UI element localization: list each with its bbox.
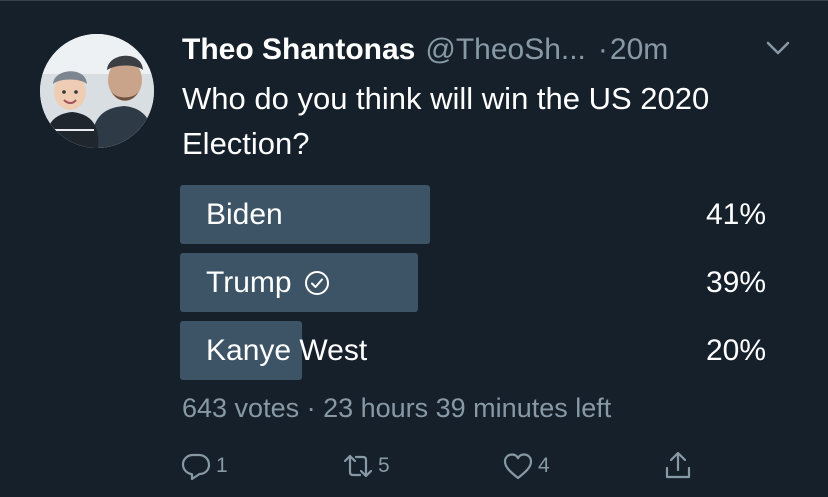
poll-option-biden: Biden 41% [180, 185, 766, 244]
poll-meta: 643 votes · 23 hours 39 minutes left [182, 393, 612, 423]
poll-option-label: Kanye West [206, 333, 368, 367]
tweet-header: Theo Shantonas @TheoSh... · 20m [182, 28, 668, 72]
poll-option-label: Trump [206, 253, 330, 312]
like-count: 4 [538, 454, 550, 477]
share-button[interactable] [662, 446, 694, 486]
separator: · [597, 33, 608, 66]
tweet-time[interactable]: 20m [610, 33, 668, 67]
like-button[interactable]: 4 [502, 446, 550, 486]
author-name[interactable]: Theo Shantonas [182, 33, 415, 67]
poll-option-percent: 39% [705, 265, 766, 299]
poll-option-kanye-west: Kanye West 20% [180, 321, 766, 380]
share-icon [665, 451, 691, 479]
author-handle[interactable]: @TheoSh... [425, 33, 586, 67]
reply-button[interactable]: 1 [180, 446, 228, 486]
retweet-button[interactable]: 5 [342, 446, 390, 486]
like-icon [503, 453, 533, 480]
top-divider [0, 0, 828, 1]
poll: Biden 41% Trump 39% Kanye West 20% [180, 185, 766, 389]
poll-option-trump: Trump 39% [180, 253, 766, 312]
tweet-actions: 1 5 4 [180, 446, 800, 486]
tweet-text: Who do you think will win the US 2020 El… [182, 81, 710, 161]
retweet-count: 5 [378, 454, 390, 477]
chevron-down-icon[interactable] [765, 38, 791, 58]
reply-icon [181, 453, 211, 481]
poll-option-percent: 41% [705, 197, 766, 231]
avatar[interactable] [40, 34, 154, 148]
checkmark-circle-icon [304, 270, 329, 295]
poll-option-label: Biden [206, 197, 283, 231]
reply-count: 1 [216, 454, 228, 477]
poll-option-percent: 20% [705, 333, 766, 367]
retweet-icon [343, 454, 373, 478]
